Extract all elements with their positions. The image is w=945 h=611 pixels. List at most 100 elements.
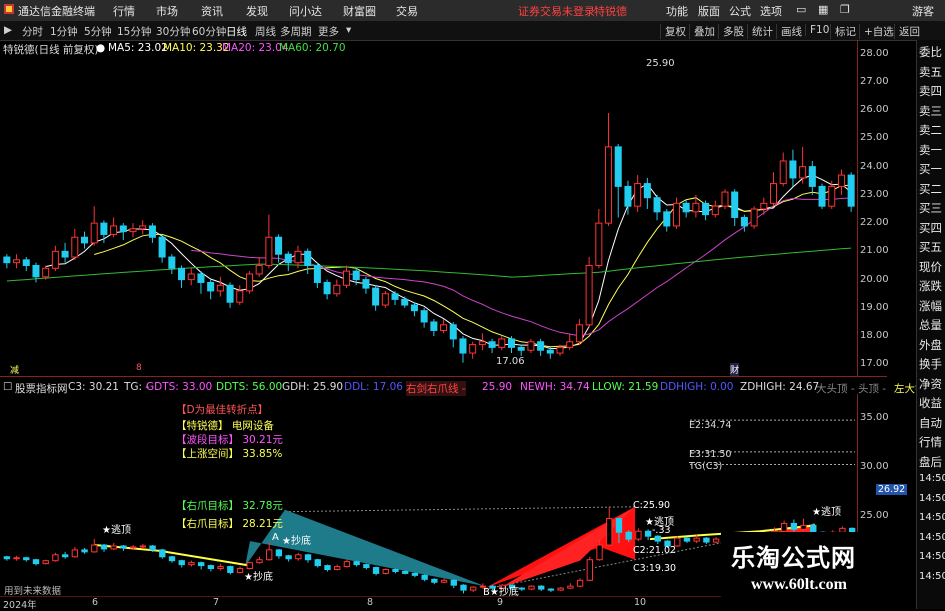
- candle[interactable]: [323, 279, 331, 300]
- candle[interactable]: [750, 206, 758, 229]
- mark-button[interactable]: 标记: [830, 24, 856, 39]
- side-panel-item[interactable]: 14:50: [919, 512, 945, 523]
- candle[interactable]: [284, 251, 292, 272]
- candle[interactable]: [187, 268, 195, 286]
- statistics-button[interactable]: 统计: [747, 24, 773, 39]
- candle[interactable]: [440, 319, 448, 334]
- side-panel-item[interactable]: 买一: [919, 161, 942, 177]
- side-panel-item[interactable]: 买五: [919, 239, 942, 255]
- candle[interactable]: [770, 172, 778, 207]
- candle[interactable]: [721, 189, 729, 209]
- layout-icon[interactable]: ▦: [818, 3, 828, 16]
- candle[interactable]: [605, 112, 613, 226]
- candle[interactable]: [3, 254, 11, 269]
- candle[interactable]: [313, 262, 321, 289]
- side-panel-item[interactable]: 卖五: [919, 64, 942, 80]
- candle[interactable]: [789, 149, 797, 187]
- menu-layout[interactable]: 版面: [698, 3, 720, 19]
- candle[interactable]: [381, 290, 389, 308]
- candle[interactable]: [178, 265, 186, 289]
- tab-period-weekly[interactable]: 周线: [255, 24, 276, 39]
- side-panel-item[interactable]: 自动: [919, 415, 942, 431]
- candle[interactable]: [255, 257, 263, 277]
- candle[interactable]: [80, 231, 88, 249]
- candle[interactable]: [663, 209, 671, 232]
- menu-market[interactable]: 市场: [156, 3, 178, 19]
- tab-period-30min[interactable]: 30分钟: [156, 24, 190, 39]
- candle[interactable]: [410, 302, 418, 317]
- side-panel-item[interactable]: 卖四: [919, 83, 942, 99]
- candle[interactable]: [643, 177, 651, 209]
- candle[interactable]: [401, 296, 409, 308]
- menu-discover[interactable]: 发现: [246, 3, 268, 19]
- side-panel-item[interactable]: 卖三: [919, 103, 942, 119]
- candle[interactable]: [585, 257, 593, 328]
- side-panel-item[interactable]: 换手: [919, 356, 942, 372]
- candle[interactable]: [546, 347, 554, 359]
- candle[interactable]: [430, 319, 438, 337]
- side-panel-item[interactable]: 14:50: [919, 551, 945, 562]
- side-panel-item[interactable]: 现价: [919, 259, 942, 275]
- toolbar-arrow-icon[interactable]: ▶: [4, 24, 12, 36]
- candle[interactable]: [148, 223, 156, 243]
- candle[interactable]: [537, 338, 545, 356]
- tab-period-15min[interactable]: 15分钟: [117, 24, 151, 39]
- side-panel-item[interactable]: 涨幅: [919, 298, 942, 314]
- tab-period-multi[interactable]: 多周期: [280, 24, 312, 39]
- candle[interactable]: [129, 223, 137, 238]
- candle[interactable]: [265, 214, 273, 269]
- candle[interactable]: [391, 290, 399, 306]
- candle[interactable]: [799, 146, 807, 184]
- candle[interactable]: [13, 254, 21, 269]
- candle[interactable]: [818, 183, 826, 209]
- candle[interactable]: [653, 194, 661, 221]
- candle[interactable]: [847, 172, 855, 212]
- side-panel-item[interactable]: 净资: [919, 376, 942, 392]
- side-panel-item[interactable]: 盘后: [919, 454, 942, 470]
- menu-news[interactable]: 资讯: [201, 3, 223, 19]
- add-watchlist-button[interactable]: +自选: [859, 24, 894, 39]
- candle[interactable]: [614, 144, 622, 218]
- candle[interactable]: [343, 265, 351, 289]
- candle[interactable]: [216, 276, 224, 297]
- menu-wealth[interactable]: 财富圈: [343, 3, 376, 19]
- candle[interactable]: [682, 200, 690, 218]
- candle[interactable]: [168, 254, 176, 274]
- candle[interactable]: [478, 333, 486, 351]
- candle[interactable]: [236, 285, 244, 306]
- menu-options[interactable]: 选项: [760, 3, 782, 19]
- menu-ask[interactable]: 问小达: [289, 3, 322, 19]
- candle[interactable]: [449, 321, 457, 348]
- candle[interactable]: [527, 338, 535, 354]
- side-panel-item[interactable]: 14:50: [919, 473, 945, 484]
- candle[interactable]: [158, 234, 166, 263]
- candle[interactable]: [197, 271, 205, 294]
- candle[interactable]: [566, 333, 574, 351]
- restore-icon[interactable]: ❐: [840, 3, 850, 16]
- candle[interactable]: [740, 214, 748, 232]
- menu-function[interactable]: 功能: [666, 3, 688, 19]
- side-panel-item[interactable]: 卖二: [919, 122, 942, 138]
- adjust-button[interactable]: 复权: [660, 24, 686, 39]
- candle[interactable]: [702, 200, 710, 221]
- back-button[interactable]: 返回: [894, 24, 920, 39]
- candle[interactable]: [672, 197, 680, 229]
- candle[interactable]: [372, 285, 380, 311]
- side-panel-item[interactable]: 14:50: [919, 571, 945, 582]
- candle[interactable]: [420, 307, 428, 328]
- tab-period-60min[interactable]: 60分钟: [192, 24, 226, 39]
- minimize-icon[interactable]: ▭: [796, 3, 806, 16]
- candle[interactable]: [779, 152, 787, 187]
- overlay-button[interactable]: 叠加: [689, 24, 715, 39]
- candle[interactable]: [119, 223, 127, 241]
- candle[interactable]: [711, 200, 719, 218]
- menu-trade[interactable]: 交易: [396, 3, 418, 19]
- candle[interactable]: [304, 248, 312, 274]
- candle[interactable]: [498, 336, 506, 351]
- menu-formula[interactable]: 公式: [729, 3, 751, 19]
- side-panel-item[interactable]: 买二: [919, 181, 942, 197]
- candle[interactable]: [459, 336, 467, 363]
- candle[interactable]: [245, 271, 253, 294]
- side-panel-item[interactable]: 委比: [919, 44, 942, 60]
- more-arrow-icon[interactable]: ▾: [346, 24, 351, 36]
